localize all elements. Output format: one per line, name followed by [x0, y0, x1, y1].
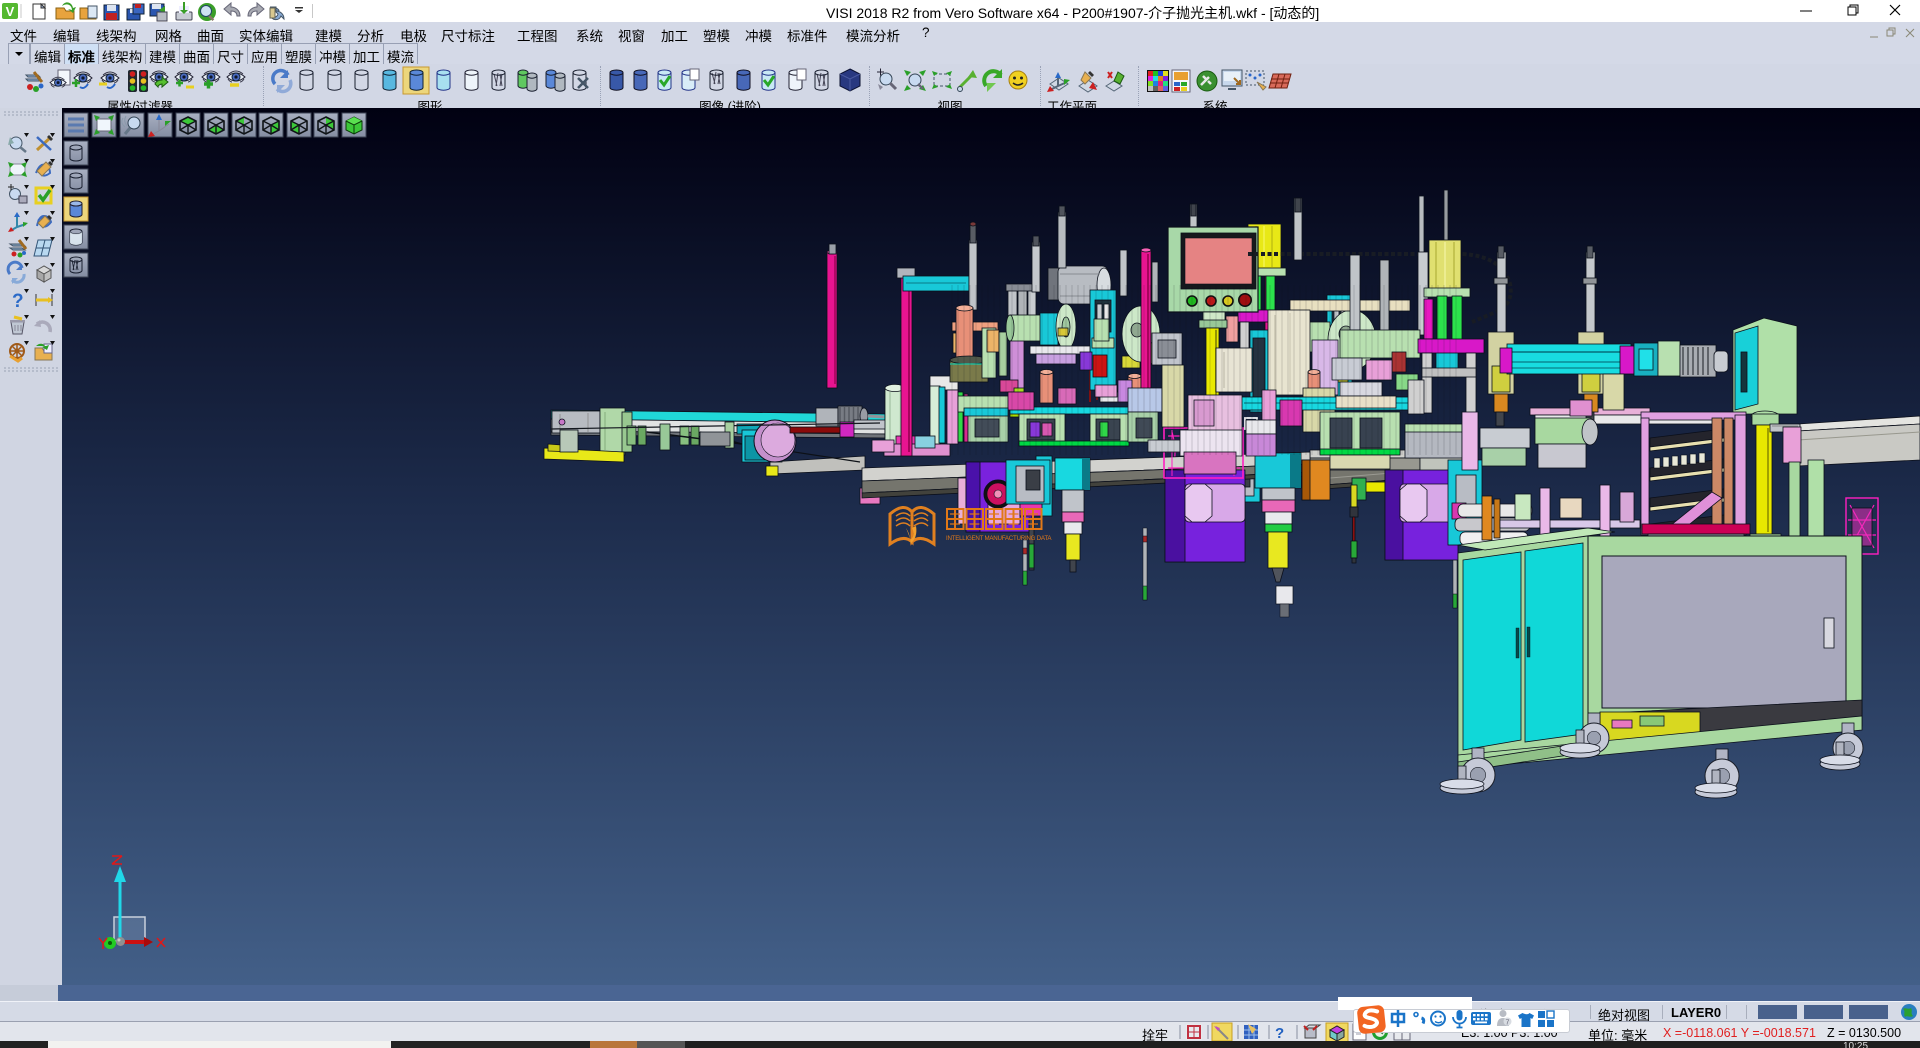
- svg-text:?: ?: [1275, 1025, 1284, 1042]
- svg-text:7: 7: [1506, 1020, 1510, 1027]
- svg-text:INTELLIGENT MANUFACTURING DATA: INTELLIGENT MANUFACTURING DATA: [946, 535, 1052, 542]
- svg-text:?: ?: [12, 291, 24, 312]
- svg-text:V: V: [6, 4, 15, 19]
